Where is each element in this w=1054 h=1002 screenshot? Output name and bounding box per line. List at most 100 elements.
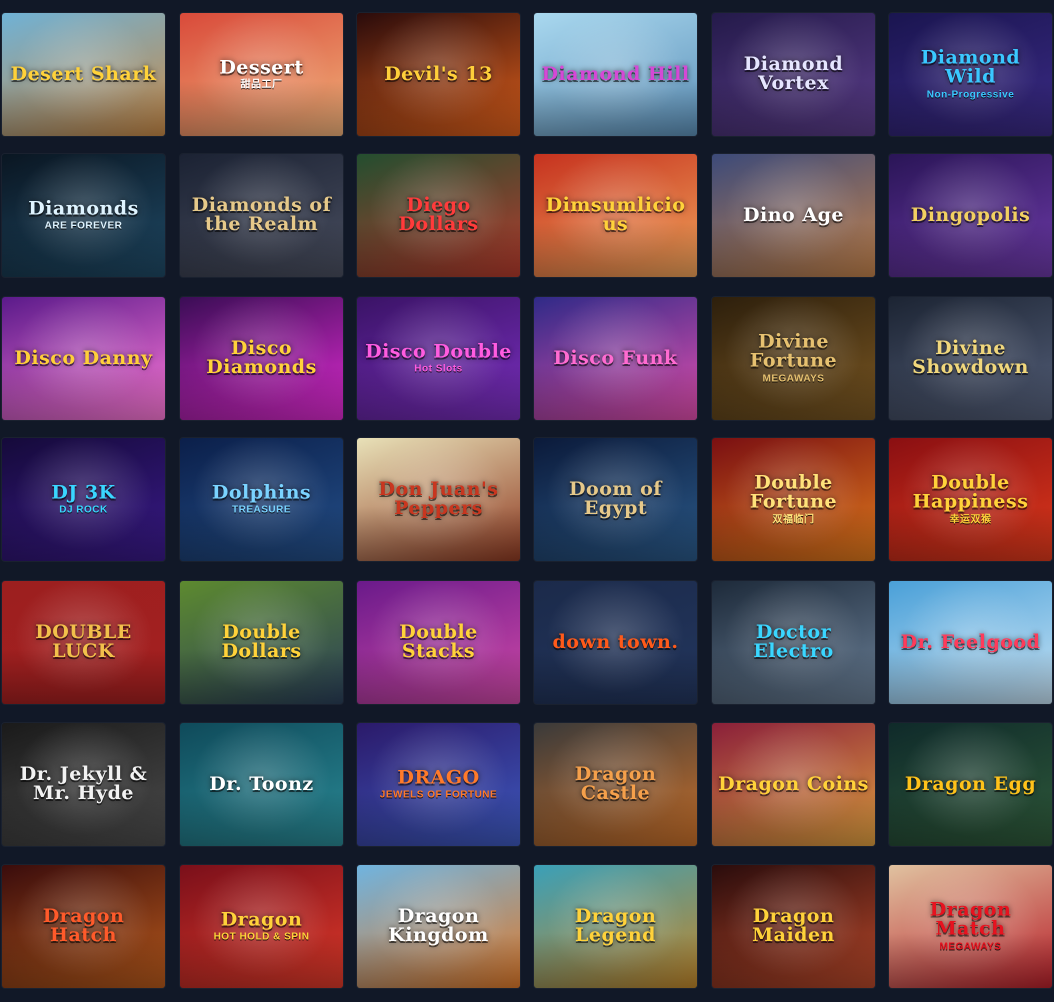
game-tile[interactable]: Dr. Toonz [180, 723, 343, 846]
game-tile[interactable]: Dragon Maiden [712, 865, 875, 988]
game-title: Dragon Castle [574, 762, 657, 805]
game-logo: Diamond Wild Non-Progressive [895, 47, 1046, 101]
game-tile[interactable]: Dragon Hatch [2, 865, 165, 988]
game-tile[interactable]: Dr. Jekyll & Mr. Hyde [2, 723, 165, 846]
game-logo: Dino Age [718, 203, 869, 226]
game-tile[interactable]: Desert Shark [2, 13, 165, 136]
game-tile[interactable]: Dolphins TREASURE [180, 438, 343, 561]
game-logo: Disco Double Hot Slots [363, 339, 514, 375]
game-subtitle: MEGAWAYS [762, 373, 825, 385]
game-tile[interactable]: Disco Diamonds [180, 297, 343, 420]
game-tile[interactable]: Don Juan's Peppers [357, 438, 520, 561]
game-logo: Dragon Hatch [8, 906, 159, 947]
game-title: Double Stacks [399, 620, 478, 663]
game-tile[interactable]: Double Stacks [357, 581, 520, 704]
game-logo: Diamonds of the Realm [186, 195, 337, 236]
game-tile[interactable]: Dr. Feelgood [889, 581, 1052, 704]
game-subtitle: HOT HOLD & SPIN [213, 931, 310, 943]
game-title: Don Juan's Peppers [378, 477, 499, 520]
game-logo: Dragon Kingdom [363, 904, 514, 947]
tile-shade [534, 364, 697, 420]
tile-shade [712, 221, 875, 277]
game-logo: DOUBLE LUCK [8, 622, 159, 663]
game-subtitle: 双福临门 [772, 514, 815, 526]
game-title: Devil's 13 [384, 62, 493, 85]
game-title: Double Fortune [749, 470, 838, 513]
game-logo: Double Dollars [186, 620, 337, 663]
game-tile[interactable]: Dragon Match MEGAWAYS [889, 865, 1052, 988]
game-tile[interactable]: Dragon Egg [889, 723, 1052, 846]
game-subtitle: Non-Progressive [926, 89, 1015, 101]
game-tile[interactable]: Dragon Legend [534, 865, 697, 988]
game-logo: Dr. Jekyll & Mr. Hyde [8, 762, 159, 805]
tile-shade [534, 80, 697, 136]
game-tile[interactable]: Diamonds ARE FOREVER [2, 154, 165, 277]
game-title: Dr. Jekyll & Mr. Hyde [19, 762, 148, 805]
game-logo: Diamonds ARE FOREVER [8, 196, 159, 232]
game-logo: Diamond Hill [540, 62, 691, 85]
game-title: Disco Double [365, 339, 512, 362]
tile-shade [889, 221, 1052, 277]
game-title: Diamond Hill [541, 62, 690, 85]
game-title: Dragon Kingdom [388, 904, 489, 947]
game-title: Diamonds [28, 196, 139, 219]
game-tile[interactable]: Disco Danny [2, 297, 165, 420]
game-tile[interactable]: Doom of Egypt [534, 438, 697, 561]
game-logo: Dingopolis [895, 205, 1046, 226]
game-tile[interactable]: Disco Funk [534, 297, 697, 420]
game-title: Dino Age [743, 203, 844, 226]
game-tile[interactable]: Dimsumlicious [534, 154, 697, 277]
game-logo: Dragon Legend [540, 904, 691, 947]
game-title: Disco Diamonds [206, 336, 317, 379]
game-tile[interactable]: DRAGO JEWELS OF FORTUNE [357, 723, 520, 846]
game-logo: Doom of Egypt [540, 479, 691, 520]
game-logo: Doctor Electro [718, 620, 869, 663]
game-logo: Disco Diamonds [186, 336, 337, 379]
game-logo: Dragon Castle [540, 762, 691, 805]
game-tile[interactable]: Dragon HOT HOLD & SPIN [180, 865, 343, 988]
game-tile[interactable]: Divine Showdown [889, 297, 1052, 420]
game-tile[interactable]: Dragon Coins [712, 723, 875, 846]
game-tile[interactable]: Disco Double Hot Slots [357, 297, 520, 420]
game-tile[interactable]: Dragon Kingdom [357, 865, 520, 988]
game-logo: Dr. Toonz [186, 774, 337, 795]
game-title: Doctor Electro [753, 620, 834, 663]
game-tile[interactable]: DOUBLE LUCK [2, 581, 165, 704]
game-tile[interactable]: Diamond Vortex [712, 13, 875, 136]
game-tile[interactable]: Diego Dollars [357, 154, 520, 277]
game-tile[interactable]: down town. [534, 581, 697, 704]
game-tile[interactable]: Double Fortune 双福临门 [712, 438, 875, 561]
game-logo: Dolphins TREASURE [186, 482, 337, 516]
game-logo: Dragon Maiden [718, 906, 869, 947]
game-subtitle: DJ ROCK [59, 504, 108, 516]
game-tile[interactable]: Dessert 甜品工厂 [180, 13, 343, 136]
game-tile[interactable]: Double Happiness 幸运双猴 [889, 438, 1052, 561]
game-logo: Disco Danny [8, 348, 159, 369]
game-tile[interactable]: Double Dollars [180, 581, 343, 704]
game-tile[interactable]: Divine Fortune MEGAWAYS [712, 297, 875, 420]
game-tile[interactable]: DJ 3K DJ ROCK [2, 438, 165, 561]
game-title: Diamond Vortex [743, 52, 844, 95]
game-logo: Double Stacks [363, 620, 514, 663]
game-tile[interactable]: Dino Age [712, 154, 875, 277]
game-subtitle: Hot Slots [414, 363, 463, 375]
game-logo: Don Juan's Peppers [363, 477, 514, 520]
game-tile[interactable]: Doctor Electro [712, 581, 875, 704]
tile-shade [357, 80, 520, 136]
game-tile[interactable]: Diamond Hill [534, 13, 697, 136]
game-logo: Dragon Egg [895, 774, 1046, 795]
game-subtitle: 幸运双猴 [949, 514, 992, 526]
game-tile[interactable]: Dragon Castle [534, 723, 697, 846]
game-title: Double Dollars [221, 620, 302, 663]
game-subtitle: MEGAWAYS [939, 941, 1002, 953]
game-title: Double Happiness [912, 470, 1029, 513]
tile-shade [2, 364, 165, 420]
game-logo: DRAGO JEWELS OF FORTUNE [363, 767, 514, 801]
game-title: DJ 3K [51, 480, 116, 503]
game-tile[interactable]: Diamond Wild Non-Progressive [889, 13, 1052, 136]
game-title: Dragon Legend [574, 904, 657, 947]
game-title: Dragon Coins [718, 772, 869, 795]
game-tile[interactable]: Dingopolis [889, 154, 1052, 277]
game-tile[interactable]: Devil's 13 [357, 13, 520, 136]
game-tile[interactable]: Diamonds of the Realm [180, 154, 343, 277]
